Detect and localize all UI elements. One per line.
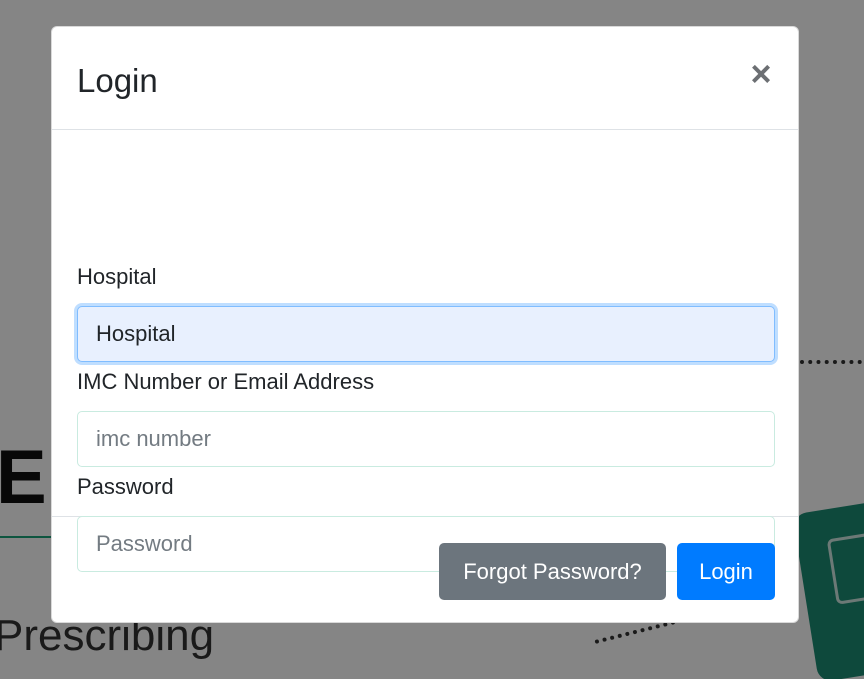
hospital-input[interactable] — [77, 306, 775, 362]
modal-footer: Forgot Password? Login — [52, 517, 798, 623]
password-label: Password — [77, 474, 174, 499]
hospital-label: Hospital — [77, 264, 157, 289]
modal-title: Login — [77, 62, 158, 99]
close-button[interactable]: × — [748, 56, 774, 92]
login-modal: Login × Hospital IMC Number or Email Add… — [51, 26, 799, 623]
close-icon: × — [750, 53, 772, 94]
modal-header: Login × — [52, 27, 798, 130]
imc-email-input[interactable] — [77, 411, 775, 467]
modal-body: Hospital IMC Number or Email Address Pas… — [52, 130, 798, 572]
login-button[interactable]: Login — [677, 543, 775, 600]
forgot-password-button[interactable]: Forgot Password? — [439, 543, 666, 600]
imc-email-label: IMC Number or Email Address — [77, 369, 375, 394]
